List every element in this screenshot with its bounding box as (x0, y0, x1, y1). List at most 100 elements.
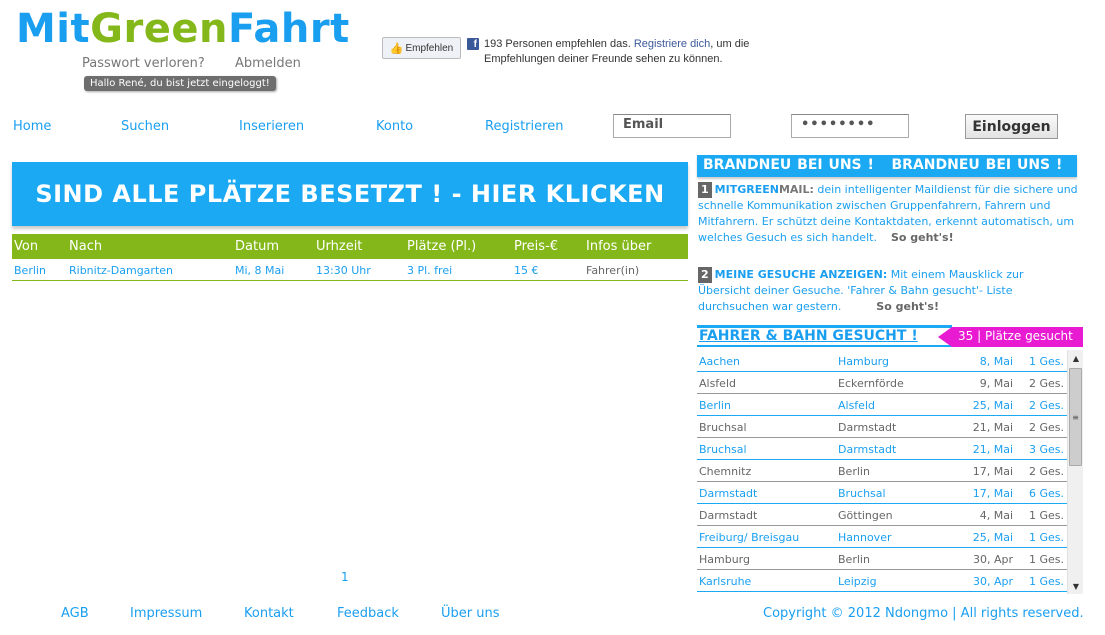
nav-register[interactable]: Registrieren (485, 119, 563, 134)
logo-part-mit: Mit (16, 6, 91, 52)
facebook-icon: f (467, 38, 479, 50)
list-item[interactable]: Freiburg/ Breisgau Hannover 25, Mai 1 Ges. (697, 526, 1067, 548)
list-item-date: 30, Apr (972, 553, 1013, 566)
footer-copyright: Copyright © 2012 Ndongmo | All rights re… (763, 606, 1084, 621)
list-item-count: 2 Ges. (1028, 465, 1064, 478)
list-item-to: Göttingen (838, 509, 893, 522)
news-item-2-title[interactable]: MEINE GESUCHE ANZEIGEN: (715, 268, 888, 281)
list-item[interactable]: Chemnitz Berlin 17, Mai 2 Ges. (697, 460, 1067, 482)
news-item-1-title-b: MAIL: (778, 183, 814, 196)
row-nach[interactable]: Ribnitz-Damgarten (69, 264, 173, 277)
row-infos: Fahrer(in) (586, 264, 640, 277)
seats-full-banner[interactable]: SIND ALLE PLÄTZE BESETZT ! - HIER KLICKE… (12, 162, 688, 226)
scroll-thumb[interactable]: ≡ (1069, 368, 1082, 466)
row-datum: Mi, 8 Mai (235, 264, 285, 277)
news-item-1-title[interactable]: MITGREENMAIL: (715, 183, 814, 196)
list-item-date: 30, Apr (972, 575, 1013, 588)
facebook-social-text: 193 Personen empfehlen das. Registriere … (484, 37, 754, 67)
list-item[interactable]: Karlsruhe Leipzig 30, Apr 1 Ges. (697, 570, 1067, 592)
list-item[interactable]: Hamburg Berlin 30, Apr 1 Ges. (697, 548, 1067, 570)
news-item-1-more-link[interactable]: So geht's! (891, 231, 954, 244)
list-item[interactable]: Alsfeld Eckernförde 9, Mai 2 Ges. (697, 372, 1067, 394)
list-item-to: Bruchsal (838, 487, 886, 500)
list-item-from: Hamburg (699, 553, 750, 566)
header-infos: Infos über (586, 239, 652, 254)
logo-part-fahrt: Fahrt (227, 6, 350, 52)
footer-contact-link[interactable]: Kontakt (244, 606, 294, 621)
nav-account[interactable]: Konto (376, 119, 413, 134)
list-item-date: 25, Mai (972, 399, 1013, 412)
thumbs-up-icon: 👍 (389, 42, 404, 55)
nav-search[interactable]: Suchen (121, 119, 169, 134)
list-item-count: 1 Ges. (1028, 553, 1064, 566)
scroll-down-arrow-icon[interactable]: ▼ (1068, 578, 1084, 594)
list-item-from: Darmstadt (699, 487, 758, 500)
facebook-register-link[interactable]: Registriere dich (634, 38, 710, 50)
table-row[interactable]: Berlin Ribnitz-Damgarten Mi, 8 Mai 13:30… (12, 260, 688, 281)
list-item-from: Alsfeld (699, 377, 736, 390)
footer-agb-link[interactable]: AGB (61, 606, 89, 621)
password-input[interactable]: •••••••• (791, 114, 909, 138)
login-status-badge: Hallo René, du bist jetzt eingeloggt! (84, 76, 276, 91)
list-item-to: Hannover (838, 531, 892, 544)
list-item-date: 21, Mai (972, 421, 1013, 434)
list-item-from: Bruchsal (699, 421, 747, 434)
facebook-like-button[interactable]: 👍 Empfehlen (382, 37, 461, 59)
news-item-2-number: 2 (698, 267, 712, 283)
search-list-scrollbar[interactable]: ▲ ≡ ▼ (1067, 350, 1083, 594)
list-item-to: Darmstadt (838, 421, 897, 434)
list-item-to: Berlin (838, 465, 870, 478)
row-preis: 15 € (514, 264, 539, 277)
list-item-date: 9, Mai (979, 377, 1013, 390)
results-table-header: Von Nach Datum Urhzeit Plätze (Pl.) Prei… (12, 234, 688, 259)
list-item-date: 25, Mai (972, 531, 1013, 544)
list-item-date: 21, Mai (972, 443, 1013, 456)
list-item[interactable]: Bruchsal Darmstadt 21, Mai 3 Ges. (697, 438, 1067, 460)
list-item-to: Leipzig (838, 575, 877, 588)
list-item-from: Berlin (699, 399, 731, 412)
list-item-date: 8, Mai (979, 355, 1013, 368)
row-von[interactable]: Berlin (14, 264, 46, 277)
login-button[interactable]: Einloggen (965, 114, 1058, 139)
facebook-like-label: Empfehlen (405, 42, 454, 54)
news-item-1: 1 MITGREENMAIL: dein intelligenter Maildi… (698, 182, 1078, 246)
list-item[interactable]: Aachen Hamburg 8, Mai 1 Ges. (697, 350, 1067, 372)
list-item-count: 1 Ges. (1028, 509, 1064, 522)
list-item[interactable]: Berlin Alsfeld 25, Mai 2 Ges. (697, 394, 1067, 416)
list-item-count: 2 Ges. (1028, 421, 1064, 434)
list-item-count: 1 Ges. (1028, 575, 1064, 588)
search-panel-title[interactable]: FAHRER & BAHN GESUCHT ! (697, 325, 952, 347)
list-item-from: Bruchsal (699, 443, 747, 456)
facebook-count-text: 193 Personen empfehlen das. (484, 38, 634, 50)
list-item-count: 3 Ges. (1028, 443, 1064, 456)
nav-home[interactable]: Home (13, 119, 51, 134)
footer-impressum-link[interactable]: Impressum (130, 606, 202, 621)
list-item[interactable]: Darmstadt Bruchsal 17, Mai 6 Ges. (697, 482, 1067, 504)
news-item-1-title-a: MITGREEN (714, 183, 779, 196)
list-item-date: 17, Mai (972, 487, 1013, 500)
email-input[interactable]: Email (613, 114, 731, 138)
password-lost-link[interactable]: Passwort verloren? (82, 56, 205, 71)
site-logo[interactable]: MitGreenFahrt (16, 6, 350, 52)
header-nach: Nach (69, 239, 103, 254)
list-item[interactable]: Bruchsal Darmstadt 21, Mai 2 Ges. (697, 416, 1067, 438)
search-list[interactable]: Aachen Hamburg 8, Mai 1 Ges. Alsfeld Eckernfö… (697, 350, 1067, 594)
logout-link[interactable]: Abmelden (235, 56, 301, 71)
list-item-from: Karlsruhe (699, 575, 752, 588)
list-item-from: Darmstadt (699, 509, 758, 522)
list-item[interactable]: Darmstadt Göttingen 4, Mai 1 Ges. (697, 504, 1067, 526)
list-item-count: 1 Ges. (1028, 355, 1064, 368)
pagination-page-1[interactable]: 1 (341, 570, 349, 584)
scroll-up-arrow-icon[interactable]: ▲ (1068, 350, 1084, 366)
list-item-from: Aachen (699, 355, 741, 368)
list-item-to: Alsfeld (838, 399, 875, 412)
logo-part-green: Green (90, 6, 228, 52)
count-arrow-shape (938, 327, 952, 347)
header-von: Von (14, 239, 39, 254)
header-datum: Datum (235, 239, 279, 254)
footer-about-link[interactable]: Über uns (441, 606, 500, 621)
list-item-count: 2 Ges. (1028, 377, 1064, 390)
news-item-2-more-link[interactable]: So geht's! (876, 300, 939, 313)
nav-post[interactable]: Inserieren (239, 119, 304, 134)
footer-feedback-link[interactable]: Feedback (337, 606, 399, 621)
